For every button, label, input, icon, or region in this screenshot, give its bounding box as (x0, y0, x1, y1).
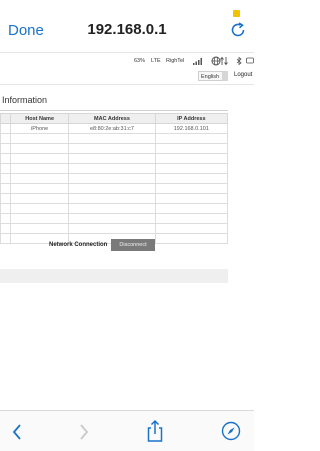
share-icon[interactable] (146, 419, 164, 443)
table-row (0, 133, 229, 144)
host-cell (10, 153, 70, 164)
network-type: LTE (151, 58, 161, 64)
host-cell (10, 183, 70, 194)
table-row (0, 203, 229, 214)
host-cell (10, 203, 70, 214)
notification-dot (233, 10, 240, 17)
ip-cell (154, 163, 229, 174)
mac-cell (68, 163, 156, 174)
footer-band (0, 269, 228, 283)
chevron-down-icon[interactable] (222, 71, 228, 81)
title-divider (0, 110, 228, 111)
header-divider (0, 84, 254, 85)
compass-icon[interactable] (221, 421, 241, 441)
ip-cell (154, 143, 229, 154)
table-header-ip: IP Address (154, 113, 229, 124)
mac-cell (68, 183, 156, 194)
table-row (0, 153, 229, 164)
mac-cell (68, 153, 156, 164)
signal-icon (193, 58, 202, 65)
host-cell (10, 133, 70, 144)
mac-cell (68, 143, 156, 154)
ip-cell (154, 133, 229, 144)
browser-topbar: Done 192.168.0.1 (0, 0, 254, 52)
reload-icon[interactable] (229, 21, 247, 39)
ip-cell (154, 213, 229, 224)
table-row: iPhone e8:80:2e:ab:31:c7 192.168.0.101 (0, 123, 229, 134)
mac-cell: e8:80:2e:ab:31:c7 (68, 123, 156, 134)
ip-cell (154, 203, 229, 214)
disconnect-button[interactable]: Disconnect (111, 239, 155, 251)
mac-cell (68, 193, 156, 204)
ip-cell (154, 233, 229, 244)
carrier-name: RighTel (166, 58, 185, 64)
network-connection-label: Network Connection (49, 242, 108, 248)
table-row (0, 183, 229, 194)
table-header-mac: MAC Address (68, 113, 156, 124)
table-row (0, 163, 229, 174)
table-row (0, 143, 229, 154)
browser-toolbar (0, 410, 254, 451)
table-row (0, 213, 229, 224)
section-title: Information (2, 95, 48, 105)
ip-cell (154, 153, 229, 164)
url-display[interactable]: 192.168.0.1 (0, 21, 254, 38)
forward-icon[interactable] (78, 423, 90, 441)
table-row (0, 223, 229, 234)
logout-link[interactable]: Logout (234, 72, 252, 78)
mac-cell (68, 213, 156, 224)
ip-cell (154, 193, 229, 204)
mac-cell (68, 203, 156, 214)
table-header-index (0, 113, 12, 124)
device-table: Host Name MAC Address IP Address iPhone e… (0, 113, 229, 244)
host-cell (10, 213, 70, 224)
host-cell (10, 163, 70, 174)
host-cell (10, 223, 70, 234)
sms-icon (246, 57, 254, 64)
table-row (0, 193, 229, 204)
ip-cell (154, 223, 229, 234)
host-cell (10, 143, 70, 154)
ip-cell (154, 173, 229, 184)
back-icon[interactable] (11, 423, 23, 441)
ip-cell: 192.168.0.101 (154, 123, 229, 134)
mac-cell (68, 173, 156, 184)
host-cell (10, 193, 70, 204)
host-cell (10, 173, 70, 184)
battery-level: 63% (134, 58, 146, 64)
arrows-icon (220, 56, 228, 66)
bluetooth-icon (236, 57, 242, 65)
mac-cell (68, 223, 156, 234)
ip-cell (154, 183, 229, 194)
mac-cell (68, 133, 156, 144)
table-row (0, 173, 229, 184)
host-cell: iPhone (10, 123, 70, 134)
table-header-host: Host Name (10, 113, 70, 124)
